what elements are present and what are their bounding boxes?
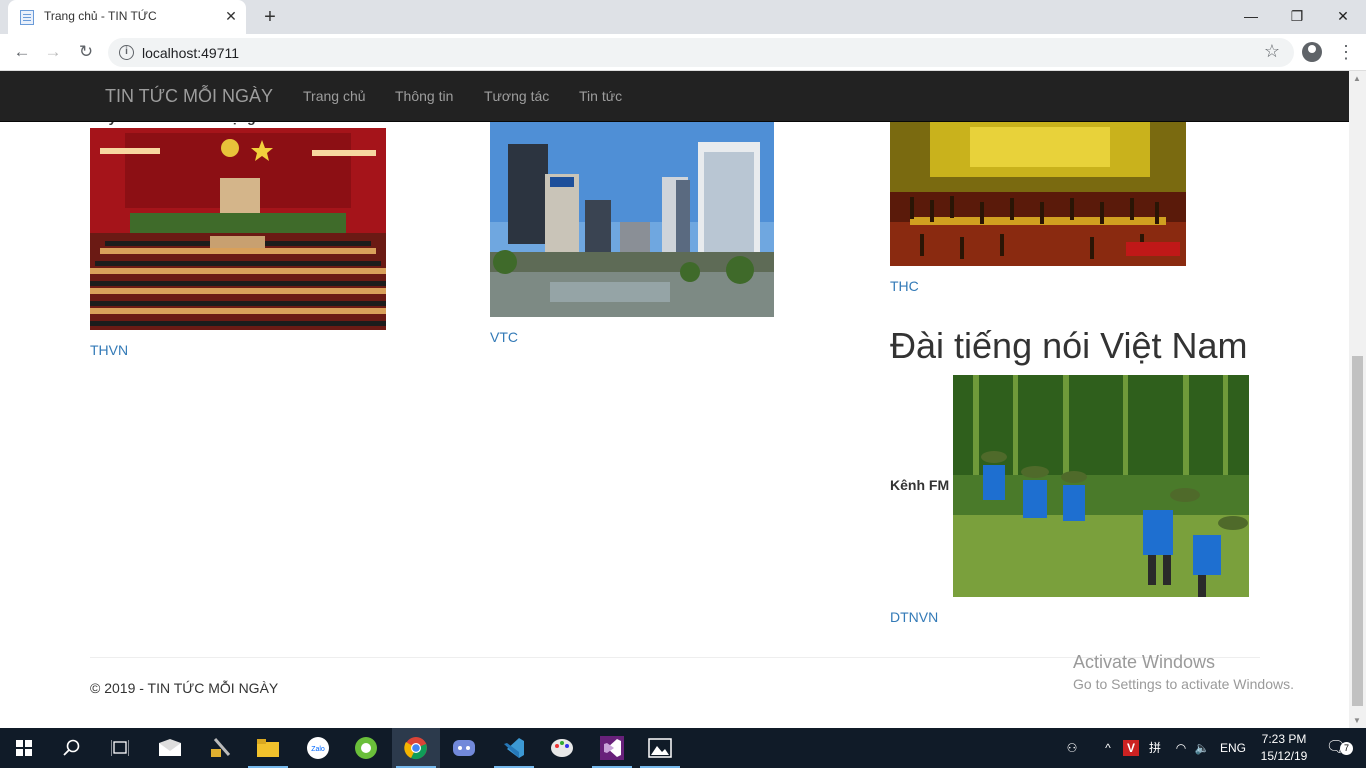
radio-heading: Đài tiếng nói Việt Nam: [890, 325, 1248, 366]
notification-count-badge: 7: [1340, 742, 1353, 755]
visual-studio-code-icon[interactable]: [490, 728, 538, 768]
coccoc-icon[interactable]: [342, 728, 390, 768]
input-method-icon[interactable]: 拼: [1144, 728, 1166, 768]
footer-copyright: © 2019 - TIN TỨC MỖI NGÀY: [90, 680, 279, 696]
action-center-icon[interactable]: 🗨 7: [1318, 728, 1354, 768]
chrome-icon[interactable]: [392, 728, 440, 768]
bookmark-star-icon[interactable]: ☆: [1264, 41, 1280, 62]
back-arrow-icon[interactable]: ←: [10, 40, 34, 64]
browser-tab-strip: Trang chủ - TIN TỨC ✕ + — ❐ ✕: [0, 0, 1366, 34]
new-tab-button[interactable]: +: [258, 5, 282, 29]
clock-date: 15/12/19: [1260, 749, 1308, 763]
address-bar[interactable]: i localhost:49711 ☆: [108, 38, 1294, 67]
minimize-icon[interactable]: —: [1237, 4, 1265, 28]
nav-trang-chu[interactable]: Trang chủ: [303, 88, 366, 104]
clock-time: 7:23 PM: [1261, 732, 1307, 746]
activate-windows-watermark: Activate Windows Go to Settings to activ…: [1073, 652, 1294, 692]
fm-channel-label: Kênh FM: [890, 477, 950, 493]
scrollbar-thumb[interactable]: [1352, 356, 1363, 706]
visual-studio-icon[interactable]: [588, 728, 636, 768]
file-explorer-icon[interactable]: [244, 728, 292, 768]
watermark-title: Activate Windows: [1073, 652, 1216, 672]
tab-close-icon[interactable]: ✕: [222, 7, 240, 25]
page-viewport: truyền hình và báo mạng online.: [0, 71, 1349, 728]
dtnvn-image: [953, 375, 1249, 597]
start-icon[interactable]: [0, 728, 48, 768]
thvn-image: [90, 128, 386, 330]
window-close-icon[interactable]: ✕: [1329, 4, 1357, 28]
thc-image: [890, 122, 1186, 266]
vtc-link[interactable]: VTC: [490, 329, 518, 345]
discord-icon[interactable]: [440, 728, 488, 768]
page-scrollbar[interactable]: ▲ ▼: [1349, 71, 1366, 728]
taskbar-clock[interactable]: 7:23 PM 15/12/19: [1256, 731, 1312, 765]
show-hidden-icons-icon[interactable]: ^: [1098, 728, 1118, 768]
photos-icon[interactable]: [636, 728, 684, 768]
watermark-subtitle: Go to Settings to activate Windows.: [1073, 676, 1294, 692]
volume-icon[interactable]: 🔈: [1192, 728, 1212, 768]
tools-icon[interactable]: [196, 728, 244, 768]
thvn-link[interactable]: THVN: [90, 342, 128, 358]
paint-icon[interactable]: [538, 728, 586, 768]
browser-toolbar: ← → ↻ i localhost:49711 ☆ ⋮: [0, 34, 1366, 71]
forward-arrow-icon[interactable]: →: [41, 40, 65, 64]
browser-menu-icon[interactable]: ⋮: [1336, 41, 1356, 63]
scroll-up-icon[interactable]: ▲: [1353, 74, 1361, 83]
tab-title: Trang chủ - TIN TỨC: [44, 9, 157, 23]
search-icon[interactable]: [48, 728, 96, 768]
site-brand[interactable]: TIN TỨC MỖI NGÀY: [105, 86, 273, 107]
restore-icon[interactable]: ❐: [1283, 4, 1311, 28]
nav-thong-tin[interactable]: Thông tin: [395, 88, 453, 104]
nav-tuong-tac[interactable]: Tương tác: [484, 88, 549, 104]
people-icon[interactable]: ⚇: [1060, 728, 1084, 768]
url-text[interactable]: localhost:49711: [142, 45, 239, 61]
windows-taskbar: Zalo ⚇ ^ V 拼 ◠ 🔈 ENG 7:23 PM 15/12/19 🗨 7: [0, 728, 1366, 768]
scroll-down-icon[interactable]: ▼: [1353, 716, 1361, 725]
site-navbar: TIN TỨC MỖI NGÀY Trang chủ Thông tin Tươ…: [0, 71, 1349, 122]
dtnvn-link[interactable]: DTNVN: [890, 609, 938, 625]
vtc-image: [490, 122, 774, 317]
thc-link[interactable]: THC: [890, 278, 919, 294]
mail-icon[interactable]: [146, 728, 194, 768]
svg-text:Zalo: Zalo: [311, 746, 325, 753]
site-info-icon[interactable]: i: [119, 45, 134, 60]
language-indicator[interactable]: ENG: [1216, 728, 1250, 768]
browser-tab[interactable]: Trang chủ - TIN TỨC ✕: [8, 0, 246, 34]
page-favicon-icon: [20, 10, 34, 25]
task-view-icon[interactable]: [96, 728, 144, 768]
profile-avatar-icon[interactable]: [1302, 42, 1322, 62]
reload-icon[interactable]: ↻: [74, 40, 98, 64]
nav-tin-tuc[interactable]: Tin tức: [579, 88, 622, 104]
vietkey-icon[interactable]: V: [1122, 728, 1140, 768]
wifi-icon[interactable]: ◠: [1170, 728, 1192, 768]
zalo-icon[interactable]: Zalo: [294, 728, 342, 768]
